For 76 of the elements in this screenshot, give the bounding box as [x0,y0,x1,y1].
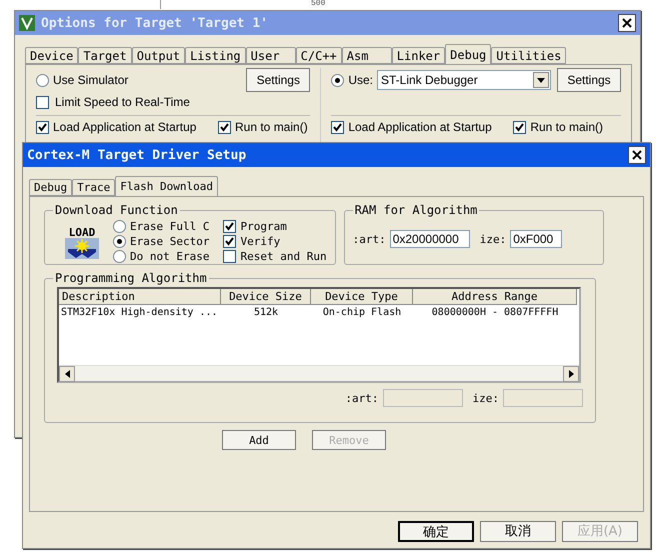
group-title: Download Function [54,203,179,217]
checkbox[interactable] [223,250,236,263]
tab[interactable]: Listing [185,47,246,64]
column-header[interactable]: Device Type [311,289,413,305]
dialog-button[interactable]: 确定 [398,520,474,542]
close-button[interactable] [628,146,646,164]
tab[interactable]: Flash Download [115,176,218,196]
tab[interactable]: Debug [445,44,492,64]
tab[interactable]: Trace [72,179,116,196]
tab[interactable]: Asm [342,47,392,64]
radio-label: Use Simulator [53,73,128,87]
checkbox-label: Run to main() [530,120,604,134]
tab[interactable]: Target [78,47,132,64]
start-address-field[interactable] [382,389,462,407]
radio-button[interactable] [113,250,126,263]
column-header[interactable]: Address Range [413,289,577,305]
radio-label: Do not Erase [130,250,210,263]
scroll-left-icon[interactable] [59,366,75,382]
close-icon [632,150,642,160]
window-title: Cortex-M Target Driver Setup [27,148,248,162]
radio-label: Erase Sector [130,235,210,248]
checkbox-label: Run to main() [235,120,308,134]
checkbox[interactable] [513,120,526,134]
radio-button[interactable] [331,74,344,86]
group-title: RAM for Algorithm [354,203,478,217]
settings-button[interactable]: Settings [246,68,310,92]
tab[interactable]: Linker [392,47,446,64]
field-label: :art: [345,392,378,404]
app-icon [19,15,35,31]
table-cell-text: 08000000H - 0807FFFFH [430,306,560,320]
line-number: 500 [311,0,326,9]
table-cell-text: 512k [252,306,280,320]
field-label: ize: [480,232,506,246]
tab[interactable]: User [246,47,296,64]
radio-button[interactable] [36,74,49,86]
checkbox[interactable] [331,120,344,134]
checkbox[interactable] [36,120,49,134]
field-label: :art: [352,232,386,246]
radio-label: Use: [348,73,373,87]
tab[interactable]: C/C++ [296,47,342,64]
tab[interactable]: Debug [29,179,72,196]
radio-button[interactable] [113,220,126,233]
checkbox-label: Load Application at Startup [348,120,492,134]
tab[interactable]: Device [25,47,78,64]
field-label: ize: [472,392,499,404]
checkbox-label: Load Application at Startup [53,120,196,134]
close-button[interactable] [618,14,636,32]
tab[interactable]: Utilities [491,47,566,64]
group-title: Programming Algorithm [54,271,208,285]
table-cell-text: On-chip Flash [322,306,402,320]
dropdown-value: ST-Link Debugger [381,73,478,87]
checkbox[interactable] [223,220,236,233]
checkbox-label: Program [240,220,287,233]
window-title: Options for Target 'Target 1' [41,16,269,30]
checkbox[interactable] [223,235,236,248]
algorithm-button[interactable]: Add [222,430,296,450]
horizontal-scrollbar[interactable] [59,365,579,381]
dialog-button[interactable]: 取消 [480,520,556,542]
radio-button[interactable] [113,235,126,248]
table-cell-text: STM32F10x High-density ... [60,306,219,320]
radio-label: Erase Full C [130,220,210,233]
debugger-dropdown[interactable]: ST-Link Debugger [377,70,551,90]
column-header[interactable]: Description [59,289,221,305]
settings-button[interactable]: Settings [557,68,621,92]
size-field[interactable] [503,389,583,407]
scroll-right-icon[interactable] [563,366,579,382]
column-header[interactable]: Device Size [221,289,311,305]
checkbox-label: Limit Speed to Real-Time [55,95,190,109]
checkbox[interactable] [36,96,49,108]
checkbox[interactable] [218,120,231,134]
size-field[interactable]: 0xF000 [510,230,562,248]
tab[interactable]: Output [132,47,186,64]
close-icon [622,18,632,28]
checkbox-label: Reset and Run [240,250,327,263]
checkbox-label: Verify [240,235,280,248]
start-address-field[interactable]: 0x20000000 [390,230,470,248]
